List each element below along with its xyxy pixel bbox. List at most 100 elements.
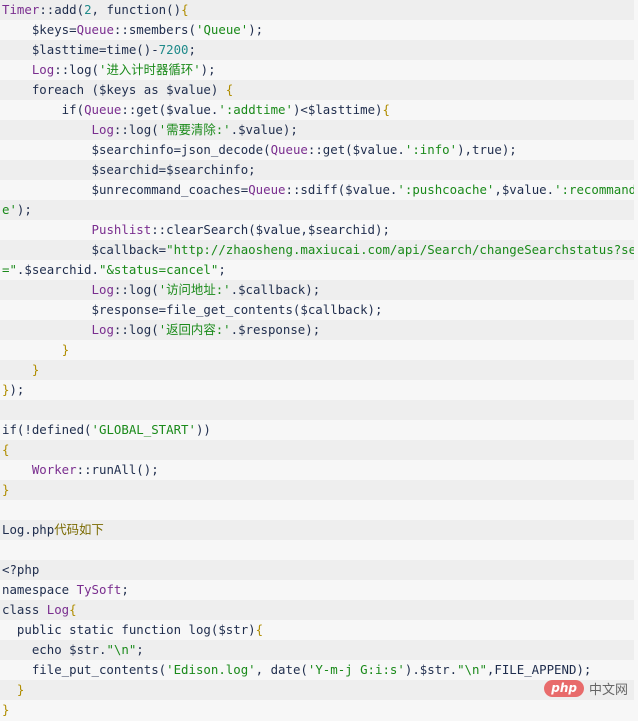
code-line xyxy=(0,540,634,560)
code-line xyxy=(0,500,634,520)
code-token: Worker xyxy=(31,462,77,477)
code-token: 代码如下 xyxy=(54,522,104,537)
code-line: <?php xyxy=(0,560,634,580)
code-line: $response=file_get_contents($callback); xyxy=(0,300,634,320)
code-token: { xyxy=(225,82,234,97)
code-token: Log xyxy=(91,122,114,137)
code-token: } xyxy=(2,702,10,717)
code-token: ':info' xyxy=(404,142,458,157)
code-token: $lasttime=time()- xyxy=(2,42,159,57)
code-token: ::get($value. xyxy=(307,142,405,157)
code-token: $searchinfo=json_decode( xyxy=(2,142,271,157)
code-token: "http://zhaosheng.maxiucai.com/api/Searc… xyxy=(166,242,634,257)
code-token: ::log( xyxy=(113,122,159,137)
code-line: Log.php代码如下 xyxy=(0,520,634,540)
code-token: if(!defined( xyxy=(2,422,92,437)
code-token: '需要清除:' xyxy=(158,122,231,137)
code-line: { xyxy=(0,440,634,460)
code-token: )<$lasttime) xyxy=(292,102,383,117)
code-token: ::add( xyxy=(39,2,85,17)
code-line: } xyxy=(0,700,634,720)
code-token: ; xyxy=(218,262,226,277)
code-token: .$response); xyxy=(230,322,321,337)
code-line: =".$searchid."&status=cancel"; xyxy=(0,260,634,280)
code-token: namespace xyxy=(2,582,77,597)
code-line: if(Queue::get($value.':addtime')<$lastti… xyxy=(0,100,634,120)
code-token: ; xyxy=(136,642,144,657)
code-line: $searchid=$searchinfo; xyxy=(0,160,634,180)
code-token: Timer xyxy=(2,2,40,17)
code-line: Log::log('返回内容:'.$response); xyxy=(0,320,634,340)
code-token: .$searchid. xyxy=(16,262,99,277)
code-token: ::smembers( xyxy=(113,22,196,37)
code-token: 'Edison.log' xyxy=(166,662,256,677)
code-token: $searchid=$searchinfo; xyxy=(2,162,256,177)
code-line: } xyxy=(0,360,634,380)
code-token: Queue xyxy=(84,102,122,117)
code-token: { xyxy=(255,622,264,637)
code-token: "\n" xyxy=(457,662,487,677)
code-token: ); xyxy=(200,62,216,77)
code-token: Queue xyxy=(248,182,286,197)
code-token: .$callback); xyxy=(230,282,321,297)
code-token: Log xyxy=(46,602,70,617)
code-token: )) xyxy=(195,422,211,437)
code-token: } xyxy=(16,682,25,697)
watermark: php 中文网 xyxy=(544,678,628,698)
code-line: e'); xyxy=(0,200,634,220)
code-line: file_put_contents('Edison.log', date('Y-… xyxy=(0,660,634,680)
code-token: ':addtime' xyxy=(218,102,293,117)
code-line: Log::log('访问地址:'.$callback); xyxy=(0,280,634,300)
code-token: , date( xyxy=(255,662,308,677)
code-token: e' xyxy=(2,202,17,217)
code-token: 2 xyxy=(84,2,92,17)
code-line: Worker::runAll(); xyxy=(0,460,634,480)
code-token: Pushlist xyxy=(91,222,152,237)
code-token: 'Y-m-j G:i:s' xyxy=(307,662,405,677)
code-line: Pushlist::clearSearch($value,$searchid); xyxy=(0,220,634,240)
code-token: ); xyxy=(16,202,32,217)
code-token: { xyxy=(382,102,390,117)
code-line xyxy=(0,400,634,420)
code-token: ,FILE_APPEND); xyxy=(486,662,592,677)
code-token: ; xyxy=(121,582,129,597)
code-token: "\n" xyxy=(106,642,137,657)
code-line: namespace TySoft; xyxy=(0,580,634,600)
code-line: $keys=Queue::smembers('Queue'); xyxy=(0,20,634,40)
code-line: } xyxy=(0,340,634,360)
code-block: Timer::add(2, function(){ $keys=Queue::s… xyxy=(0,0,634,720)
code-token: foreach ($keys as $value) xyxy=(2,82,226,97)
code-token: $response=file_get_contents($callback); xyxy=(2,302,383,317)
code-token: Log xyxy=(91,282,114,297)
code-token: "&status=cancel" xyxy=(98,262,219,277)
code-token: 7200 xyxy=(158,42,189,57)
code-token: ,$value. xyxy=(494,182,555,197)
code-token: Log xyxy=(91,322,114,337)
code-line: }); xyxy=(0,380,634,400)
code-token: ); xyxy=(9,382,25,397)
code-token: $keys= xyxy=(2,22,77,37)
code-line: $callback="http://zhaosheng.maxiucai.com… xyxy=(0,240,634,260)
code-line: $searchinfo=json_decode(Queue::get($valu… xyxy=(0,140,634,160)
code-token: ::sdiff($value. xyxy=(285,182,398,197)
code-line: class Log{ xyxy=(0,600,634,620)
code-token: { xyxy=(69,602,77,617)
code-token: } xyxy=(61,342,70,357)
code-token: public static function log($str) xyxy=(2,622,256,637)
code-line: echo $str."\n"; xyxy=(0,640,634,660)
code-token: ::clearSearch($value,$searchid); xyxy=(151,222,390,237)
code-token: } xyxy=(2,482,10,497)
code-token: if( xyxy=(2,102,85,117)
code-line: } xyxy=(0,680,634,700)
code-line: if(!defined('GLOBAL_START')) xyxy=(0,420,634,440)
code-token: '进入计时器循环' xyxy=(99,62,201,77)
code-token: TySoft xyxy=(76,582,122,597)
code-token: ::get($value. xyxy=(121,102,219,117)
code-token: ); xyxy=(248,22,264,37)
code-token: Log xyxy=(31,62,55,77)
code-token: ::log( xyxy=(113,322,159,337)
